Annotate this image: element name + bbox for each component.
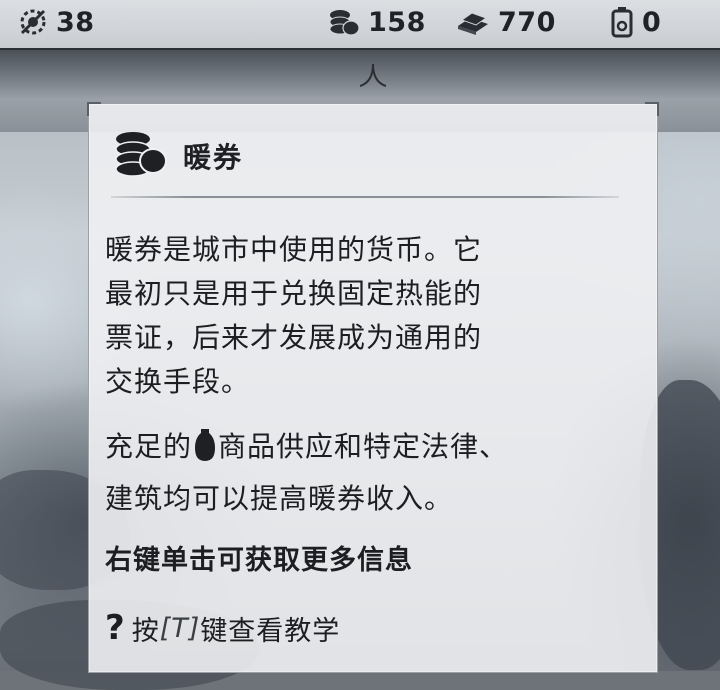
fuel-value: 0: [642, 6, 662, 38]
description-line: 票证，后来才发展成为通用的: [105, 321, 483, 354]
material-bars-icon: [456, 8, 490, 36]
heatstamps-resource[interactable]: 158: [326, 0, 426, 44]
tutorial-rest: 键查看教学: [200, 615, 341, 647]
description-line: 最初只是用于兑换固定热能的: [105, 277, 483, 310]
tooltip-pointer-icon: [360, 64, 386, 87]
tooltip-header: 暖券: [111, 126, 619, 186]
supply-line2: 建筑均可以提高暖券收入。: [105, 482, 454, 515]
tooltip-description: 暖券是城市中使用的货币。它 最初只是用于兑换固定热能的 票证，后来才发展成为通用…: [105, 228, 635, 404]
tutorial-press: 按: [131, 615, 160, 647]
canister-icon: [610, 6, 634, 38]
heatstamps-coins-icon: [111, 129, 169, 183]
panel-corner: [645, 102, 659, 116]
resource-bar: 38 158 770 0: [0, 0, 720, 48]
panel-corner: [87, 102, 101, 116]
goods-vase-icon: [194, 428, 216, 476]
tooltip-title: 暖券: [183, 141, 244, 174]
heatstamps-tooltip: 暖券 暖券是城市中使用的货币。它 最初只是用于兑换固定热能的 票证，后来才发展成…: [87, 102, 659, 673]
description-line: 交换手段。: [105, 365, 251, 398]
tutorial-hint: ? 按 [T] 键查看教学: [105, 608, 340, 648]
strike-worker-icon: [18, 7, 48, 37]
materials-value: 770: [498, 6, 556, 38]
materials-resource[interactable]: 770: [456, 0, 556, 44]
fuel-resource[interactable]: 0: [610, 0, 661, 44]
right-click-hint: 右键单击可获取更多信息: [105, 545, 413, 576]
workers-resource[interactable]: 38: [18, 0, 95, 44]
workers-value: 38: [56, 6, 95, 38]
question-icon: ?: [105, 608, 126, 648]
supply-suffix: 商品供应和特定法律、: [218, 430, 509, 463]
supply-info: 充足的 商品供应和特定法律、 建筑均可以提高暖券收入。: [105, 424, 635, 522]
heatstamps-coins-icon: [326, 7, 360, 37]
header-divider: [111, 196, 619, 198]
supply-prefix: 充足的: [105, 430, 193, 463]
tutorial-key: [T]: [159, 612, 201, 644]
heatstamps-value: 158: [368, 6, 426, 38]
description-line: 暖券是城市中使用的货币。它: [105, 233, 483, 266]
